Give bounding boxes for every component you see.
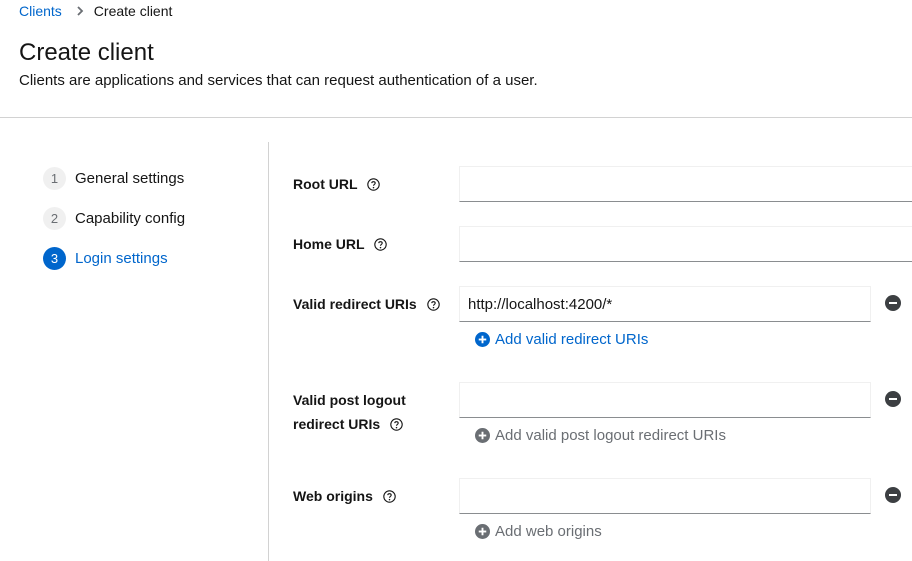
plus-circle-icon — [475, 427, 490, 443]
header-divider — [0, 117, 912, 118]
add-valid-post-logout-uri-label: Add valid post logout redirect URIs — [495, 426, 726, 444]
minus-circle-icon[interactable] — [885, 295, 901, 311]
chevron-right-icon — [76, 6, 84, 16]
breadcrumb-current: Create client — [93, 3, 173, 19]
root-url-label-text: Root URL — [293, 176, 358, 192]
step-number: 1 — [43, 166, 66, 190]
root-url-input[interactable] — [459, 166, 912, 202]
valid-post-logout-label-line2: redirect URIs — [293, 416, 381, 432]
step-label: Capability config — [75, 209, 186, 227]
page-title: Create client — [19, 39, 154, 66]
wizard-step-general-settings[interactable]: 1 General settings — [43, 166, 184, 190]
minus-circle-icon[interactable] — [885, 487, 901, 503]
step-label: General settings — [75, 169, 185, 187]
wizard-nav-divider — [268, 142, 269, 561]
valid-post-logout-label-line1: Valid post logout — [293, 392, 406, 408]
home-url-label: Home URL — [293, 232, 387, 256]
root-url-label: Root URL — [293, 172, 380, 196]
question-circle-icon[interactable] — [390, 418, 403, 431]
valid-redirect-uris-label-text: Valid redirect URIs — [293, 296, 417, 312]
valid-redirect-uris-label: Valid redirect URIs — [293, 292, 440, 316]
add-valid-redirect-uri-button[interactable]: Add valid redirect URIs — [475, 329, 648, 349]
home-url-label-text: Home URL — [293, 236, 365, 252]
step-label: Login settings — [75, 249, 168, 267]
add-valid-post-logout-uri-button[interactable]: Add valid post logout redirect URIs — [475, 425, 726, 445]
web-origins-label: Web origins — [293, 484, 396, 508]
valid-redirect-uri-input[interactable] — [459, 286, 871, 322]
add-web-origins-button[interactable]: Add web origins — [475, 521, 602, 541]
step-number: 2 — [43, 206, 66, 230]
question-circle-icon[interactable] — [374, 238, 387, 251]
web-origins-label-text: Web origins — [293, 488, 373, 504]
plus-circle-icon — [475, 523, 490, 539]
question-circle-icon[interactable] — [383, 490, 396, 503]
valid-post-logout-label: Valid post logout — [293, 388, 406, 412]
add-valid-redirect-uri-label: Add valid redirect URIs — [495, 330, 649, 348]
question-circle-icon[interactable] — [426, 298, 440, 311]
page-description: Clients are applications and services th… — [19, 72, 538, 89]
breadcrumb: Clients Create client — [19, 2, 172, 20]
wizard-step-capability-config[interactable]: 2 Capability config — [43, 206, 185, 230]
wizard-step-login-settings[interactable]: 3 Login settings — [43, 246, 168, 270]
step-number: 3 — [43, 246, 66, 270]
plus-circle-icon — [475, 331, 490, 347]
home-url-input[interactable] — [459, 226, 912, 262]
question-circle-icon[interactable] — [367, 178, 380, 191]
web-origins-input[interactable] — [459, 478, 871, 514]
valid-post-logout-uri-input[interactable] — [459, 382, 871, 418]
breadcrumb-clients-link[interactable]: Clients — [19, 3, 62, 19]
minus-circle-icon[interactable] — [885, 391, 901, 407]
add-web-origins-label: Add web origins — [495, 522, 602, 540]
valid-post-logout-label-second: redirect URIs — [293, 412, 403, 436]
